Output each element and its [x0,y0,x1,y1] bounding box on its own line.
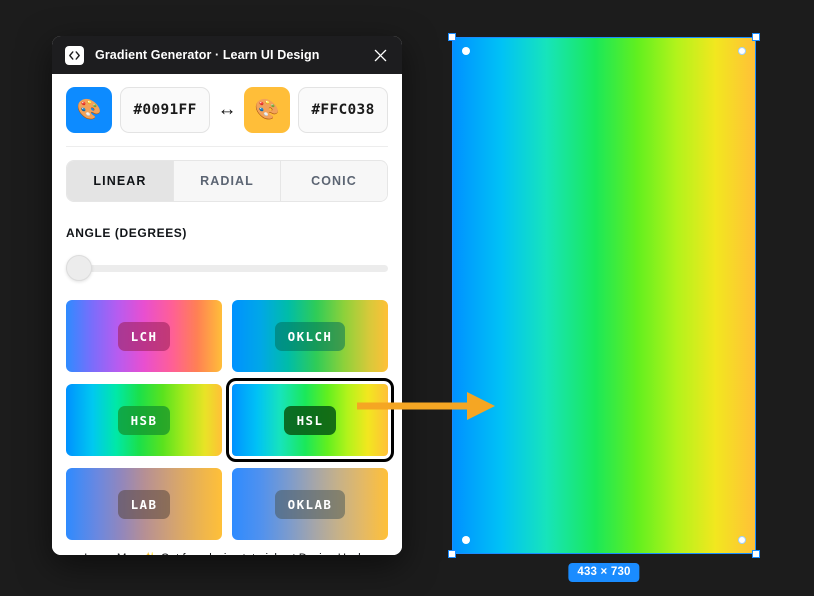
colorspace-label: OKLAB [274,489,346,519]
corner-radius-handle-bottom-right[interactable] [738,536,746,544]
colorspace-swatch-hsl[interactable]: HSL [226,378,394,462]
learn-more-link[interactable]: Learn More [84,553,143,555]
tab-conic[interactable]: CONIC [281,161,387,201]
gradient-type-tabs: LINEAR RADIAL CONIC [66,160,388,202]
corner-radius-handle-top-left[interactable] [462,47,470,55]
tab-label: LINEAR [93,174,147,188]
design-hacks-link[interactable]: Design Hacks [299,553,370,555]
angle-slider-track[interactable] [66,265,388,272]
swap-colors-icon[interactable]: ↔ [210,87,244,133]
tab-label: CONIC [311,174,357,188]
corner-radius-handle-bottom-left[interactable] [462,536,470,544]
plugin-title: Gradient Generator · Learn UI Design [95,48,320,62]
angle-slider-thumb[interactable] [66,255,92,281]
code-brackets-icon [65,45,84,65]
angle-label: ANGLE (DEGREES) [66,226,188,240]
gradient-generator-panel: Gradient Generator · Learn UI Design 🎨 #… [52,36,402,555]
gradient-preview-rect[interactable] [452,37,756,554]
colorspace-label: HSB [117,405,171,435]
canvas-selection: 433 × 730 [448,33,760,582]
colorspace-grid: LCH OKLCH HSB HSL LAB OKLAB [66,300,394,540]
plugin-titlebar: Gradient Generator · Learn UI Design [52,36,402,74]
dimensions-badge: 433 × 730 [568,563,640,582]
plugin-body: 🎨 #0091FF ↔ 🎨 #FFC038 LINEAR RADIAL CONIC … [52,74,402,555]
screen: Gradient Generator · Learn UI Design 🎨 #… [0,0,814,596]
tab-radial[interactable]: RADIAL [174,161,281,201]
color-inputs-row: 🎨 #0091FF ↔ 🎨 #FFC038 [66,74,388,147]
close-icon[interactable] [368,43,392,67]
resize-handle-bottom-left[interactable] [448,550,456,558]
plugin-footer: Learn More✨ Get free design tutorials at… [66,540,388,555]
start-color-swatch[interactable]: 🎨 [66,87,112,133]
colorspace-label: OKLCH [274,321,346,351]
end-color-swatch[interactable]: 🎨 [244,87,290,133]
end-color-hex-input[interactable]: #FFC038 [298,87,388,133]
colorspace-swatch-oklab[interactable]: OKLAB [232,468,388,540]
sparkle-icon: ✨ [143,553,157,555]
palette-icon: 🎨 [76,99,102,121]
footer-text: Get free design tutorials at [161,553,296,555]
angle-slider[interactable] [66,255,388,281]
colorspace-label: LAB [117,489,171,519]
start-color-hex-input[interactable]: #0091FF [120,87,210,133]
resize-handle-top-right[interactable] [752,33,760,41]
resize-handle-bottom-right[interactable] [752,550,760,558]
resize-handle-top-left[interactable] [448,33,456,41]
palette-icon: 🎨 [254,99,280,121]
colorspace-swatch-lab[interactable]: LAB [66,468,222,540]
corner-radius-handle-top-right[interactable] [738,47,746,55]
colorspace-label: LCH [117,321,171,351]
tab-label: RADIAL [200,174,254,188]
colorspace-swatch-hsb[interactable]: HSB [66,384,222,456]
colorspace-swatch-oklch[interactable]: OKLCH [232,300,388,372]
tab-linear[interactable]: LINEAR [67,161,174,201]
colorspace-swatch-lch[interactable]: LCH [66,300,222,372]
colorspace-label: HSL [283,405,337,435]
